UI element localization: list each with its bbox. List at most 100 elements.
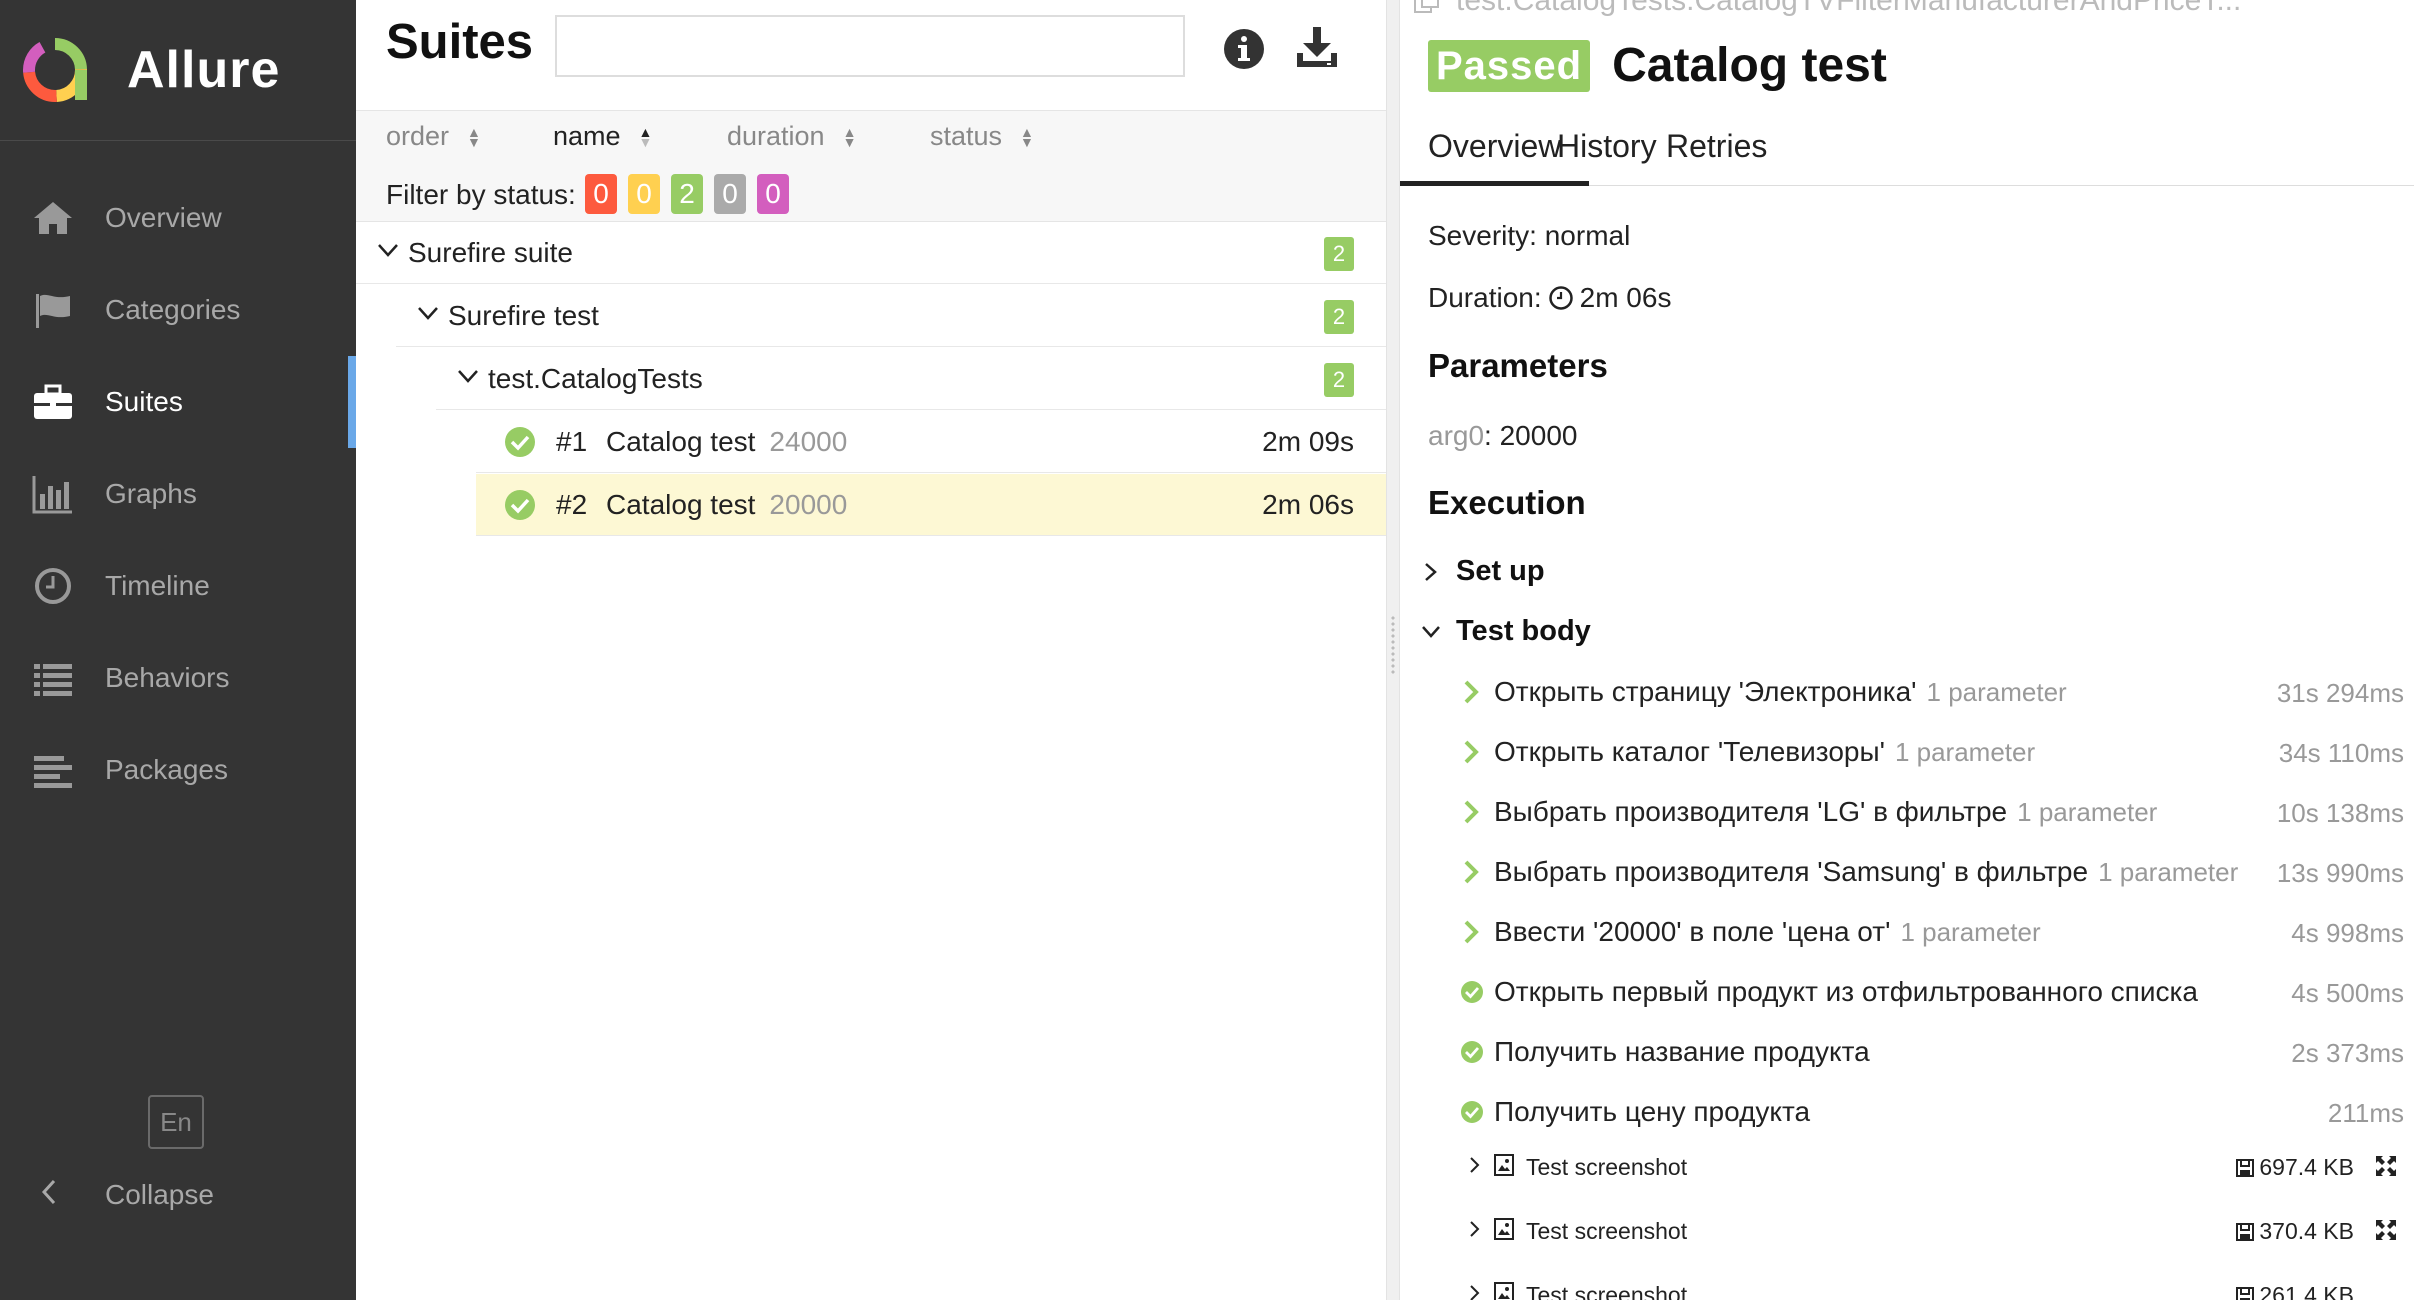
sort-label: status	[930, 121, 1003, 151]
details-tabs: Overview History Retries	[1400, 120, 2414, 186]
status-filter-failed[interactable]: 0	[585, 174, 617, 214]
expand-icon[interactable]	[2374, 1154, 2398, 1178]
brand: Allure	[0, 0, 356, 141]
drag-handle-icon	[1390, 615, 1396, 675]
status-filter-skipped[interactable]: 0	[714, 174, 746, 214]
step-duration: 4s 500ms	[2291, 978, 2404, 1008]
sort-bar: order ▲ ▼ name ▲ ▼ duration ▲ ▼ status ▲ ▼	[356, 110, 1386, 166]
sidebar-item-packages[interactable]: Packages	[0, 724, 356, 816]
step-row[interactable]: Открыть страницу 'Электроника' 1 paramete…	[1460, 668, 2404, 718]
clock-icon	[35, 568, 71, 604]
attachment-row[interactable]: Test screenshot 261.4 KB	[1460, 1270, 2404, 1300]
status-filter-broken[interactable]: 0	[628, 174, 660, 214]
step-row[interactable]: Выбрать производителя 'Samsung' в фильтр…	[1460, 848, 2404, 898]
bar-chart-icon	[32, 476, 72, 514]
test-case-row[interactable]: #1 Catalog test 24000 2m 09s	[476, 411, 1386, 473]
test-title: Catalog test	[1612, 39, 1887, 92]
check-circle-icon	[1461, 981, 1483, 1003]
step-duration: 10s 138ms	[2276, 798, 2404, 828]
allure-logo-icon	[23, 38, 87, 102]
check-circle-icon	[1461, 1041, 1483, 1063]
chevron-right-icon	[1464, 860, 1479, 884]
chevron-right-icon	[1470, 1221, 1480, 1237]
sidebar-item-graphs[interactable]: Graphs	[0, 448, 356, 540]
severity-label: Severity:	[1428, 220, 1537, 251]
status-filter-passed[interactable]: 2	[671, 174, 703, 214]
breadcrumb: test.CatalogTests.CatalogTVFilterManufac…	[1412, 0, 2241, 18]
step-name: Выбрать производителя 'Samsung' в фильтр…	[1494, 856, 2239, 887]
list-icon	[34, 664, 72, 696]
info-icon[interactable]	[1222, 27, 1266, 71]
sidebar-item-timeline[interactable]: Timeline	[0, 540, 356, 632]
chevron-down-icon	[418, 307, 438, 320]
tab-overview[interactable]: Overview	[1400, 128, 1590, 186]
step-duration: 4s 998ms	[2291, 918, 2404, 948]
test-body-label: Test body	[1456, 615, 1591, 647]
step-row[interactable]: Получить цену продукта 211ms	[1460, 1088, 2404, 1138]
step-row[interactable]: Открыть каталог 'Телевизоры' 1 parameter …	[1460, 728, 2404, 778]
step-row[interactable]: Выбрать производителя 'LG' в фильтре 1 pa…	[1460, 788, 2404, 838]
test-name: Catalog test 24000	[606, 426, 848, 457]
tab-retries[interactable]: Retries	[1666, 128, 1767, 165]
step-row[interactable]: Открыть первый продукт из отфильтрованно…	[1460, 968, 2404, 1018]
sort-by-status[interactable]: status ▲ ▼	[930, 121, 1034, 152]
language-button[interactable]: En	[148, 1095, 204, 1149]
collapse-label: Collapse	[105, 1179, 214, 1210]
attachment-row[interactable]: Test screenshot 370.4 KB	[1460, 1206, 2404, 1256]
execution-heading: Execution	[1428, 484, 1586, 521]
sidebar: Allure Overview Categories Suites Graphs…	[0, 0, 356, 1300]
tree-node-class[interactable]: test.CatalogTests 2	[436, 348, 1386, 410]
chevron-right-icon	[1464, 680, 1479, 704]
test-case-row[interactable]: #2 Catalog test 20000 2m 06s	[476, 474, 1386, 536]
setup-group[interactable]: Set up	[1420, 555, 1545, 588]
collapse-button[interactable]: Collapse	[0, 1165, 356, 1225]
test-body-group[interactable]: Test body	[1420, 615, 1591, 648]
sort-by-name[interactable]: name ▲ ▼	[553, 121, 652, 152]
download-icon[interactable]	[1293, 25, 1341, 71]
test-param: 20000	[769, 489, 848, 520]
setup-label: Set up	[1456, 555, 1545, 587]
check-circle-icon	[505, 427, 535, 457]
status-filter-unknown[interactable]: 0	[757, 174, 789, 214]
expand-icon[interactable]	[2374, 1218, 2398, 1242]
flag-icon	[36, 294, 70, 328]
chevron-right-icon	[1470, 1157, 1480, 1173]
sidebar-item-label: Packages	[105, 754, 228, 785]
tab-history[interactable]: History	[1557, 128, 1657, 165]
test-duration: 2m 09s	[1262, 426, 1354, 457]
count-badge: 2	[1324, 237, 1354, 271]
attachment-row[interactable]: Test screenshot 697.4 KB	[1460, 1142, 2404, 1192]
sidebar-item-suites[interactable]: Suites	[0, 356, 356, 448]
sidebar-item-behaviors[interactable]: Behaviors	[0, 632, 356, 724]
home-icon	[34, 202, 72, 234]
chevron-left-icon	[41, 1179, 56, 1205]
step-param: 1 parameter	[2098, 857, 2239, 887]
attachment-size: 261.4 KB	[2235, 1282, 2354, 1300]
clock-icon	[1548, 286, 1573, 310]
sidebar-item-overview[interactable]: Overview	[0, 172, 356, 264]
step-duration: 211ms	[2327, 1098, 2404, 1128]
attachment-name: Test screenshot	[1526, 1154, 1688, 1180]
suites-pane: Suites order ▲ ▼ name ▲ ▼ duration ▲ ▼ stat…	[356, 0, 1386, 1300]
tree-node-test[interactable]: Surefire test 2	[396, 285, 1386, 347]
chevron-right-icon	[1464, 800, 1479, 824]
image-file-icon	[1494, 1218, 1514, 1240]
search-input[interactable]	[555, 15, 1185, 77]
sort-icon: ▲ ▼	[842, 123, 857, 150]
pane-splitter[interactable]	[1386, 0, 1400, 1300]
step-row[interactable]: Получить название продукта 2s 373ms	[1460, 1028, 2404, 1078]
test-number: #1	[556, 426, 588, 457]
step-row[interactable]: Ввести '20000' в поле 'цена от' 1 paramet…	[1460, 908, 2404, 958]
attachment-name: Test screenshot	[1526, 1282, 1688, 1300]
sidebar-nav: Overview Categories Suites Graphs Timeli…	[0, 172, 356, 816]
sidebar-item-categories[interactable]: Categories	[0, 264, 356, 356]
param-value: 20000	[1499, 420, 1578, 451]
severity-line: Severity: normal	[1428, 220, 1630, 252]
sort-by-duration[interactable]: duration ▲ ▼	[727, 121, 856, 152]
duration-value: 2m 06s	[1579, 282, 1672, 313]
copy-icon[interactable]	[1412, 0, 1442, 16]
sort-label: order	[386, 121, 450, 151]
sort-by-order[interactable]: order ▲ ▼	[386, 121, 481, 152]
attachment-size: 370.4 KB	[2235, 1218, 2354, 1245]
tree-node-suite[interactable]: Surefire suite 2	[356, 222, 1386, 284]
